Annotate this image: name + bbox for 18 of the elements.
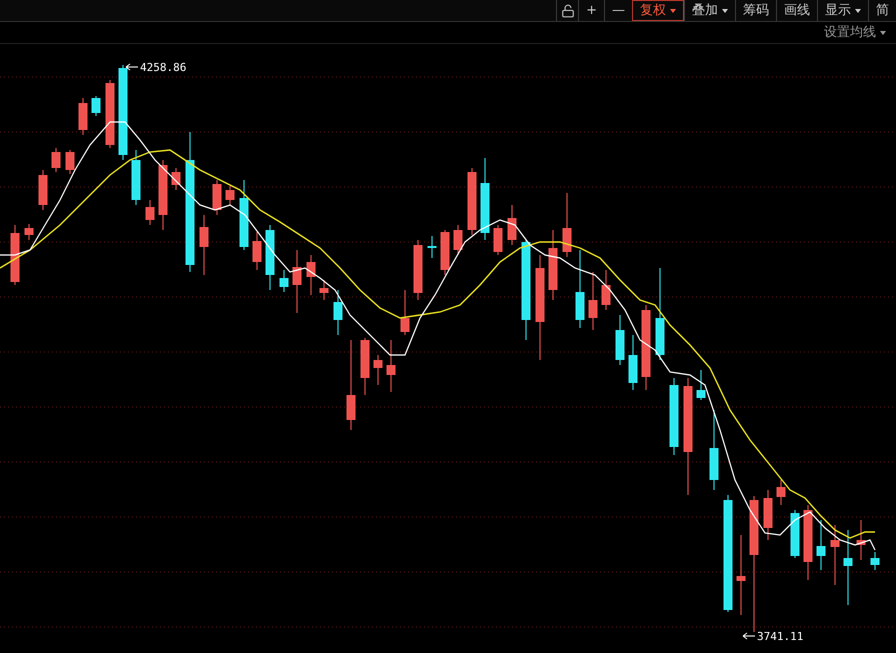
caret-icon — [855, 8, 861, 12]
leader-line — [742, 632, 756, 640]
low-price-label: 3741.11 — [757, 630, 804, 643]
toolbar-button[interactable]: — — [604, 0, 632, 21]
toolbar-button[interactable]: 显示 — [817, 0, 868, 21]
toolbar-button[interactable]: 简 — [868, 0, 896, 21]
toolbar-button[interactable]: 画线 — [776, 0, 817, 21]
toolbar-button[interactable]: 筹码 — [735, 0, 776, 21]
toolbar-button[interactable]: 叠加 — [684, 0, 735, 21]
caret-icon — [670, 8, 676, 12]
caret-icon — [722, 8, 728, 12]
toolbar-button[interactable]: + — [578, 0, 604, 21]
lock-icon — [560, 4, 575, 18]
caret-icon — [880, 30, 886, 34]
leader-line — [126, 64, 138, 70]
ma-settings-button[interactable]: 设置均线 — [824, 22, 886, 42]
high-price-label: 4258.86 — [140, 61, 186, 74]
toolbar-button[interactable]: 复权 — [632, 0, 684, 21]
